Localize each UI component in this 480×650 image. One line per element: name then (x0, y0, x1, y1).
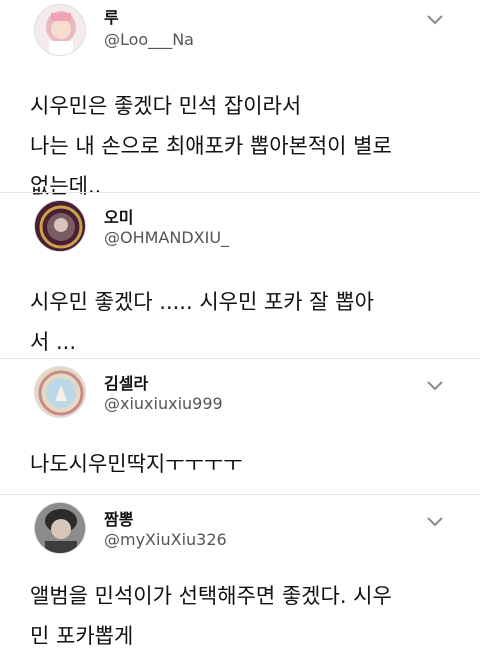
divider (0, 358, 480, 359)
divider (0, 494, 480, 495)
tweet-line: 민 포카뽑게 (30, 624, 134, 648)
user-name[interactable]: 짬뽕 (104, 506, 133, 530)
avatar[interactable] (34, 4, 86, 56)
chevron-down-icon[interactable] (426, 516, 444, 528)
tweet-line: 시우민 좋겠다 ..... 시우민 포카 잘 뽑아 (30, 290, 374, 314)
tweet-2: 오미 @OHMANDXIU_ 시우민 좋겠다 ..... 시우민 포카 잘 뽑아… (0, 196, 480, 356)
chevron-down-icon[interactable] (426, 14, 444, 26)
user-name[interactable]: 루 (104, 4, 119, 28)
tweet-text: 시우민은 좋겠다 민석 잡이라서 나는 내 손으로 최애포카 뽑아본적이 별로 … (30, 86, 456, 206)
tweet-line: 나도시우민딱지ㅜㅜㅜㅜ (30, 452, 243, 476)
tweet-line: 앨범을 민석이가 선택해주면 좋겠다. 시우 (30, 584, 392, 608)
avatar[interactable] (34, 366, 86, 418)
user-handle[interactable]: @OHMANDXIU_ (104, 228, 229, 247)
tweet-line: 서 ... (30, 330, 77, 354)
user-name[interactable]: 김셀라 (104, 370, 148, 394)
tweet-text: 시우민 좋겠다 ..... 시우민 포카 잘 뽑아 서 ... (30, 282, 456, 362)
chevron-down-icon[interactable] (426, 380, 444, 392)
user-handle[interactable]: @xiuxiuxiu999 (104, 394, 223, 413)
tweet-line: 나는 내 손으로 최애포카 뽑아본적이 별로 (30, 134, 392, 158)
tweet-line: 시우민은 좋겠다 민석 잡이라서 (30, 94, 302, 118)
user-name[interactable]: 오미 (104, 204, 133, 228)
avatar[interactable] (34, 200, 86, 252)
tweet-text: 앨범을 민석이가 선택해주면 좋겠다. 시우 민 포카뽑게 (30, 576, 456, 650)
tweet-4: 짬뽕 @myXiuXiu326 앨범을 민석이가 선택해주면 좋겠다. 시우 민… (0, 498, 480, 650)
tweet-1: 루 @Loo___Na 시우민은 좋겠다 민석 잡이라서 나는 내 손으로 최애… (0, 0, 480, 198)
divider (0, 192, 480, 193)
avatar[interactable] (34, 502, 86, 554)
user-handle[interactable]: @myXiuXiu326 (104, 530, 227, 549)
tweet-text: 나도시우민딱지ㅜㅜㅜㅜ (30, 444, 456, 484)
user-handle[interactable]: @Loo___Na (104, 30, 194, 49)
tweet-3: 김셀라 @xiuxiuxiu999 나도시우민딱지ㅜㅜㅜㅜ (0, 362, 480, 492)
